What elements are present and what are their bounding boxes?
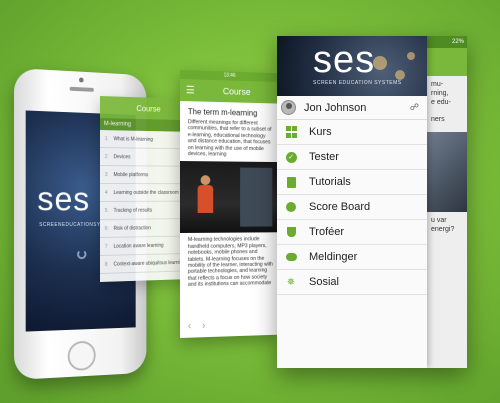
avatar [281,100,296,115]
list-item-label: Tracking of results [113,207,153,214]
background-app-bar [427,48,467,76]
loading-spinner-icon [77,249,87,260]
nav-drawer: ses SCREEN EDUCATION SYSTEMS Jon Johnson… [277,36,427,368]
lecture-photo [180,161,278,234]
nav-item-sosial[interactable]: ✵ Sosial [277,270,427,295]
book-icon [285,176,297,188]
nav-item-label: Kurs [309,126,332,138]
hamburger-menu-icon[interactable]: ☰ [186,85,195,96]
nav-item-meldinger[interactable]: Meldinger [277,245,427,270]
splash-logo: ses [37,180,91,219]
nav-item-label: Tutorials [309,176,351,188]
user-row[interactable]: Jon Johnson ☍ [277,96,427,120]
nav-item-trofeer[interactable]: Troféer [277,220,427,245]
drawer-tagline: SCREEN EDUCATION SYSTEMS [313,80,402,86]
nav-item-label: Troféer [309,226,345,238]
background-snippet: mu- [431,81,444,88]
list-item-label: Context-aware ubiquitous learning [113,259,185,268]
prev-page-icon[interactable]: ‹ [188,321,191,332]
drawer-screen: 22% mu- rning, e edu- ners u var energi?… [277,36,467,368]
nav-item-tester[interactable]: ✓ Tester [277,145,427,170]
list-item-number: 7 [104,243,108,250]
article-heading: The term m-learning [187,107,258,118]
nav-item-kurs[interactable]: Kurs [277,120,427,145]
background-image [427,132,467,212]
link-icon[interactable]: ☍ [410,102,419,113]
speaker-grille [69,86,94,92]
trophy-icon [285,226,297,238]
list-item-number: 1 [104,135,108,142]
article-body: M-learning technologies include handheld… [187,236,273,289]
speaker-figure [197,175,214,220]
drawer-logo: ses [313,39,376,81]
nav-item-tutorials[interactable]: Tutorials [277,170,427,195]
list-item-number: 2 [104,153,108,160]
check-circle-icon: ✓ [285,151,297,163]
list-item-number: 4 [104,189,108,196]
background-text: mu- rning, e edu- ners [427,76,467,124]
list-item-number: 3 [104,171,108,178]
list-item-number: 6 [104,225,108,232]
camera-icon [78,77,84,83]
background-snippet: u var [431,217,447,224]
background-snippet: e edu- [431,99,451,106]
background-content: 22% mu- rning, e edu- ners u var energi? [427,36,467,368]
next-page-icon[interactable]: › [202,320,205,331]
nav-item-label: Meldinger [309,251,358,263]
nav-item-label: Score Board [309,201,371,213]
course-article-screen: 13:46 ☰ Course The term m-learning Diffe… [180,70,278,338]
list-item-label: Learning outside the classroom [113,189,179,196]
list-item-label: Location aware learning [113,242,164,250]
list-item-label: Risk of distraction [113,224,151,232]
list-item-label: Mobile platforms [113,171,149,178]
background-snippet: rning, [431,90,449,97]
course-article-title: Course [222,86,251,97]
user-name: Jon Johnson [304,101,367,114]
list-item-number: 5 [104,207,108,214]
course-article-header: ☰ Course [180,79,278,104]
list-item-number: 8 [104,261,108,268]
list-item-label: Devices [113,153,131,160]
nav-item-label: Sosial [309,276,339,288]
pager: ‹ › [188,320,205,331]
battery-status: 22% [427,36,467,48]
grid-icon [285,126,297,138]
list-item-label: What is M-learning [113,135,154,143]
dot-icon [285,201,297,213]
background-text-lower: u var energi? [427,212,467,234]
background-snippet: ners [431,116,445,123]
drawer-header: ses SCREEN EDUCATION SYSTEMS [277,36,427,96]
home-button[interactable] [67,340,96,372]
background-snippet: energi? [431,226,455,233]
social-icon: ✵ [286,276,296,288]
nav-item-label: Tester [309,151,339,163]
nav-item-score-board[interactable]: Score Board [277,195,427,220]
audience-figure [240,167,273,228]
chat-icon [285,251,297,263]
article-intro: Different meanings for different communi… [187,119,272,158]
